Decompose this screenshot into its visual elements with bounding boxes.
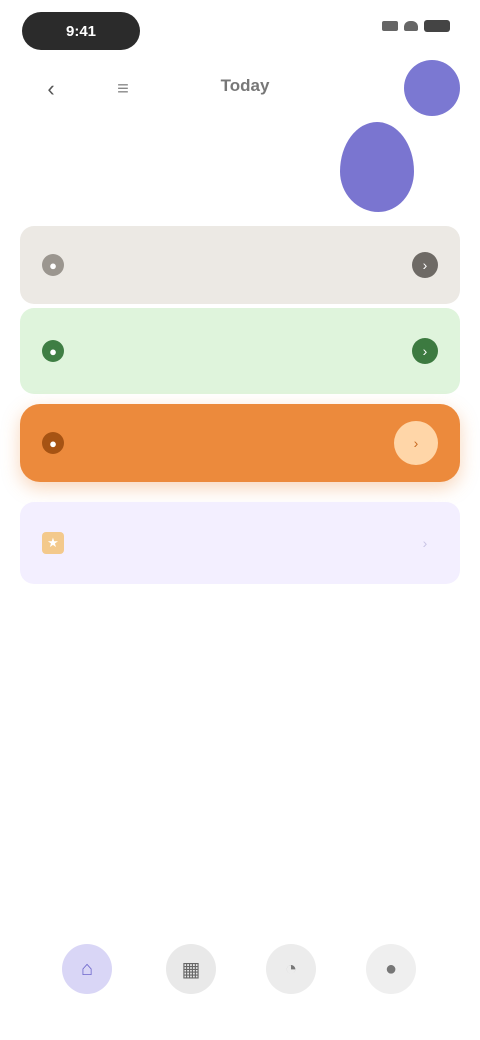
card-text (80, 540, 412, 546)
chart-icon: ◔ (284, 957, 298, 980)
card-lead-icon: ● (42, 254, 64, 276)
profile-icon: ● (384, 957, 398, 980)
header: ‹ ≡ Today (0, 60, 480, 116)
card-text (80, 262, 412, 268)
chevron-right-icon[interactable]: › (412, 530, 438, 556)
decorative-blob-icon (340, 122, 414, 212)
list-card-2[interactable]: ● › (20, 308, 460, 394)
star-icon: ★ (42, 532, 64, 554)
avatar[interactable] (404, 60, 460, 116)
bottom-nav: ⌂ ▦ ◔ ● (0, 930, 480, 1010)
nav-calendar-button[interactable]: ▦ (166, 944, 216, 994)
card-text (80, 440, 394, 446)
list-card-1[interactable]: ● › (20, 226, 460, 304)
nav-home-button[interactable]: ⌂ (62, 944, 112, 994)
nav-stats-button[interactable]: ◔ (266, 944, 316, 994)
list-card-4[interactable]: ★ › (20, 502, 460, 584)
list-card-3-active[interactable]: ● › (20, 404, 460, 482)
status-icons (382, 20, 450, 32)
chevron-right-icon[interactable]: › (412, 252, 438, 278)
page-title: Today (220, 76, 270, 95)
card-text (80, 348, 412, 354)
card-lead-icon: ● (42, 432, 64, 454)
card-lead-icon: ● (42, 340, 64, 362)
back-button[interactable]: ‹ (36, 74, 66, 104)
chevron-right-icon[interactable]: › (394, 421, 438, 465)
menu-button[interactable]: ≡ (108, 74, 138, 104)
wifi-icon (404, 21, 418, 31)
calendar-icon: ▦ (181, 958, 201, 981)
battery-icon (424, 20, 450, 32)
signal-icon (382, 21, 398, 31)
nav-profile-button[interactable]: ● (366, 944, 416, 994)
home-icon: ⌂ (80, 957, 94, 980)
chevron-right-icon[interactable]: › (412, 338, 438, 364)
status-bar: 9:41 (0, 0, 480, 56)
status-time: 9:41 (22, 12, 140, 50)
